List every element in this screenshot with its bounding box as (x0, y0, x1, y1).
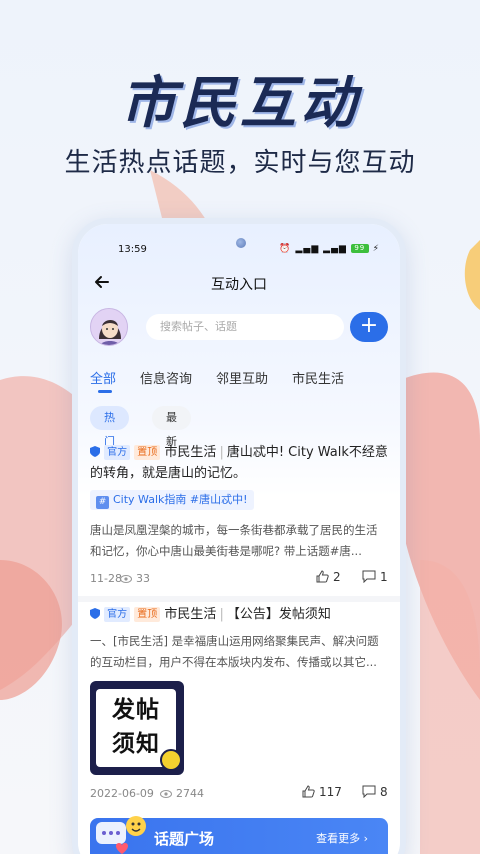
official-shield-icon (90, 446, 100, 457)
post-views: 2744 (160, 787, 204, 800)
separator: | (219, 445, 224, 460)
post-excerpt: 一、[市民生活] 是幸福唐山运用网络聚集民声、解决问题的互动栏目，用户不得在本版… (90, 634, 379, 669)
tab-all[interactable]: 全部 (90, 368, 116, 387)
view-more-label: 查看更多 (316, 832, 361, 845)
page-title: 互动入口 (211, 277, 267, 293)
tab-neighbor-help[interactable]: 邻里互助 (216, 368, 268, 387)
battery-icon: 99 (350, 244, 369, 253)
hero-subtitle: 生活热点话题，实时与您互动 (64, 148, 416, 178)
like-button[interactable]: 117 (302, 785, 342, 799)
topic-tag-text: City Walk指南 #唐山忒中! (113, 493, 248, 506)
view-more-link[interactable]: 查看更多 › (316, 830, 368, 846)
separator: | (219, 607, 224, 622)
avatar-illustration (91, 309, 127, 345)
chat-bubble-icon (96, 816, 146, 854)
status-icons: ⏰ ▂▄▆ ▂▄▆ 99 ⚡ (279, 244, 380, 254)
post-views-count: 33 (136, 572, 150, 585)
create-post-button[interactable]: + (350, 312, 388, 342)
post-title: 【公告】发帖须知 (226, 607, 331, 622)
tab-citizen-life[interactable]: 市民生活 (292, 368, 344, 387)
signal-icon-2: ▂▄▆ (323, 244, 347, 254)
post-views-count: 2744 (176, 787, 204, 800)
chevron-right-icon: › (363, 832, 368, 845)
official-badge: 官方 (104, 607, 131, 622)
official-shield-icon (90, 608, 100, 619)
comment-icon (362, 785, 376, 798)
pinned-badge: 置顶 (134, 607, 161, 622)
post-card[interactable]: 官方 置顶 市民生活 | 唐山忒中! City Walk不经意的转角，就是唐山的记忆… (90, 442, 388, 590)
decorative-dot (160, 749, 182, 771)
charging-icon: ⚡ (372, 244, 380, 254)
avatar[interactable] (90, 308, 128, 346)
comment-count: 1 (380, 570, 388, 584)
eye-icon (120, 575, 132, 583)
status-time: 13:59 (118, 244, 147, 255)
phone-frame: 13:59 ⏰ ▂▄▆ ▂▄▆ 99 ⚡ 互动入口 搜索帖子、话题 + 全部 信… (72, 218, 406, 854)
hero-title: 市民互动 (120, 71, 360, 136)
topic-square-title: 话题广场 (154, 830, 215, 848)
post-views: 33 (120, 572, 150, 585)
comment-button[interactable]: 8 (362, 785, 388, 799)
post-title-line: 官方 置顶 市民生活 | 唐山忒中! City Walk不经意的转角，就是唐山的记忆… (90, 442, 388, 484)
thumbs-up-icon (316, 570, 329, 583)
pinned-badge: 置顶 (134, 445, 161, 460)
like-count: 117 (319, 785, 342, 799)
app-screen: 13:59 ⏰ ▂▄▆ ▂▄▆ 99 ⚡ 互动入口 搜索帖子、话题 + 全部 信… (78, 224, 400, 854)
post-category: 市民生活 (164, 607, 217, 622)
post-title-line: 官方 置顶 市民生活 | 【公告】发帖须知 (90, 604, 388, 625)
post-image[interactable]: 发帖 须知 (90, 681, 184, 775)
post-date: 2022-06-09 (90, 787, 154, 800)
comment-count: 8 (380, 785, 388, 799)
thumbs-up-icon (302, 785, 315, 798)
hashtag-icon: # (96, 496, 109, 509)
category-tabs: 全部 信息咨询 邻里互助 市民生活 (90, 368, 388, 393)
search-input[interactable]: 搜索帖子、话题 (146, 314, 344, 340)
like-count: 2 (333, 570, 341, 584)
topic-square-banner[interactable]: 话题广场 查看更多 › (90, 816, 388, 854)
post-date: 11-28 (90, 572, 122, 585)
comment-button[interactable]: 1 (362, 570, 388, 584)
eye-icon (160, 790, 172, 798)
tab-active-indicator (98, 390, 112, 393)
post-category: 市民生活 (164, 445, 217, 460)
navbar: 互动入口 (78, 268, 400, 298)
signal-icon: ▂▄▆ (295, 244, 320, 254)
search-row: 搜索帖子、话题 + (90, 308, 388, 350)
post-card[interactable]: 官方 置顶 市民生活 | 【公告】发帖须知 一、[市民生活] 是幸福唐山运用网络聚集… (90, 604, 388, 805)
post-excerpt: 唐山是凤凰涅槃的城市，每一条街巷都承载了居民的生活和记忆，你心中唐山最美街巷是哪… (90, 523, 378, 558)
topic-tag[interactable]: # City Walk指南 #唐山忒中! (90, 490, 254, 510)
tab-info-consult[interactable]: 信息咨询 (140, 368, 192, 387)
filter-latest[interactable]: 最新 (152, 406, 191, 448)
filter-hot[interactable]: 热门 (90, 406, 129, 448)
like-button[interactable]: 2 (316, 570, 341, 584)
divider (78, 596, 400, 602)
post-meta: 11-28 33 2 1 (90, 568, 388, 590)
status-bar: 13:59 ⏰ ▂▄▆ ▂▄▆ 99 ⚡ (118, 242, 380, 258)
comment-icon (362, 570, 376, 583)
alarm-icon: ⏰ (279, 244, 292, 254)
post-meta: 2022-06-09 2744 117 8 (90, 783, 388, 805)
official-badge: 官方 (104, 445, 131, 460)
